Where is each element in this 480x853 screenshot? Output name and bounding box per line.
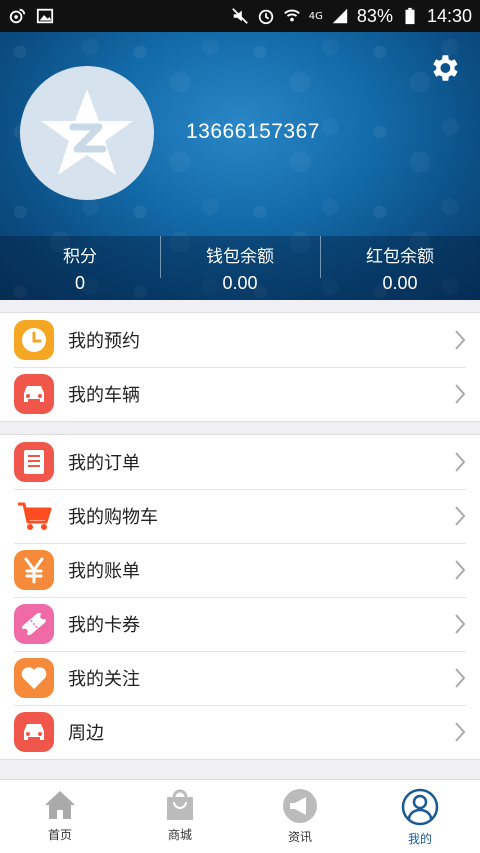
battery-percent: 83% — [356, 5, 393, 26]
menu-item-coupons[interactable]: 我的卡券 — [0, 597, 480, 651]
weibo-icon — [9, 8, 26, 24]
stat-label: 钱包余额 — [206, 247, 274, 267]
user-icon — [401, 788, 439, 826]
stat-label: 红包余额 — [366, 247, 434, 267]
profile-header: 13666157367 积分 0 钱包余额 0.00 红包余额 0.00 — [0, 32, 480, 300]
menu-item-label: 我的订单 — [68, 453, 140, 474]
menu-item-following[interactable]: 我的关注 — [0, 651, 480, 705]
car-icon — [14, 712, 54, 752]
menu-item-label: 周边 — [68, 723, 104, 744]
chevron-right-icon — [455, 506, 466, 526]
megaphone-icon — [283, 789, 317, 823]
user-phone: 13666157367 — [186, 120, 320, 143]
chevron-right-icon — [455, 614, 466, 634]
menu-item-label: 我的预约 — [68, 331, 140, 352]
gear-icon — [433, 55, 458, 81]
status-bar: 4G 83% 14:30 — [0, 0, 480, 32]
network-type: 4G — [308, 10, 323, 22]
tab-news[interactable]: 资讯 — [240, 780, 360, 853]
alarm-icon — [258, 9, 273, 25]
stat-wallet[interactable]: 钱包余额 0.00 — [160, 236, 320, 294]
menu-group-appointments: 我的预约 我的车辆 — [0, 312, 480, 422]
image-icon — [36, 8, 54, 24]
stat-points[interactable]: 积分 0 — [0, 242, 160, 294]
ticket-icon — [14, 604, 54, 644]
menu-item-nearby[interactable]: 周边 — [0, 705, 480, 759]
bottom-tab-bar: 首页 商城 资讯 我的 — [0, 779, 480, 853]
tab-label: 我的 — [407, 832, 432, 846]
home-icon — [45, 791, 75, 819]
tab-mine[interactable]: 我的 — [360, 780, 480, 853]
menu-group-services: 我的订单 我的购物车 我的账单 我的卡券 我的关注 周边 — [0, 434, 480, 760]
menu-item-label: 我的卡券 — [68, 615, 140, 636]
document-icon — [14, 442, 54, 482]
menu-item-appointments[interactable]: 我的预约 — [0, 313, 480, 367]
battery-icon — [405, 7, 415, 25]
tab-label: 资讯 — [287, 830, 312, 844]
menu-item-label: 我的关注 — [68, 669, 140, 690]
chevron-right-icon — [455, 668, 466, 688]
stats-bar: 积分 0 钱包余额 0.00 红包余额 0.00 — [0, 236, 480, 300]
stat-red-packet[interactable]: 红包余额 0.00 — [320, 236, 480, 294]
menu-item-vehicles[interactable]: 我的车辆 — [0, 367, 480, 421]
shopping-bag-icon — [167, 789, 193, 820]
chevron-right-icon — [455, 560, 466, 580]
qq-star-icon — [41, 89, 133, 175]
wifi-icon — [283, 9, 300, 22]
car-icon — [14, 374, 54, 414]
avatar[interactable] — [20, 66, 154, 200]
chevron-right-icon — [455, 722, 466, 742]
settings-button[interactable] — [426, 50, 462, 86]
chevron-right-icon — [455, 452, 466, 472]
chevron-right-icon — [455, 330, 466, 350]
tab-label: 商城 — [167, 828, 192, 842]
yen-icon — [14, 550, 54, 590]
menu-item-bills[interactable]: 我的账单 — [0, 543, 480, 597]
stat-value: 0.00 — [382, 273, 418, 293]
chevron-right-icon — [455, 384, 466, 404]
menu-item-label: 我的购物车 — [68, 507, 158, 528]
clock-time: 14:30 — [426, 5, 472, 26]
signal-icon — [332, 8, 348, 24]
mute-icon — [231, 8, 248, 24]
tab-home[interactable]: 首页 — [0, 780, 120, 853]
clock-icon — [14, 320, 54, 360]
stat-label: 积分 — [63, 247, 97, 267]
menu-item-label: 我的账单 — [68, 561, 140, 582]
tab-label: 首页 — [47, 828, 72, 842]
stat-value: 0.00 — [222, 273, 258, 293]
heart-icon — [14, 658, 54, 698]
menu-item-orders[interactable]: 我的订单 — [0, 435, 480, 489]
menu-item-cart[interactable]: 我的购物车 — [0, 489, 480, 543]
stat-value: 0 — [74, 273, 85, 293]
tab-mall[interactable]: 商城 — [120, 780, 240, 853]
cart-icon — [14, 496, 54, 536]
menu-item-label: 我的车辆 — [68, 385, 140, 406]
